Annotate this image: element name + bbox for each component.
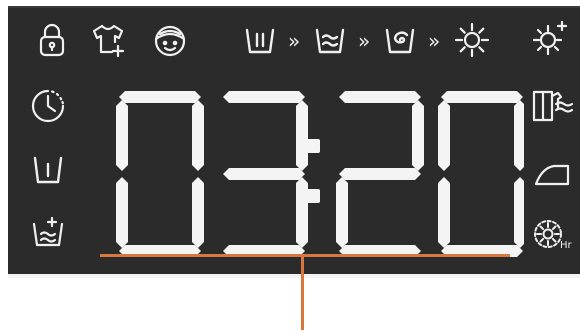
digit-1-segment-e xyxy=(116,177,128,248)
add-garment-icon xyxy=(88,20,134,60)
digit-3-segment-a xyxy=(339,91,421,103)
digit-3-segment-e xyxy=(336,177,348,248)
rinse-icon xyxy=(310,22,350,62)
kids-care-icon xyxy=(150,20,190,60)
child-lock-icon xyxy=(32,20,72,60)
digit-2-segment-b xyxy=(296,100,308,171)
digit-3-segment-b xyxy=(412,100,424,171)
digit-3-segment-g xyxy=(339,168,421,180)
digit-2-segment-c xyxy=(296,177,308,248)
digit-4-segment-c xyxy=(514,177,524,248)
sequence-arrow: » xyxy=(288,29,301,53)
digit-1-segment-a xyxy=(119,91,201,103)
wash-icon xyxy=(240,22,280,62)
digit-1-segment-b xyxy=(192,100,204,171)
extra-rinse-icon xyxy=(28,212,68,252)
sequence-arrow: » xyxy=(358,29,371,53)
digit-4-segment-b xyxy=(514,100,524,171)
callout-pointer xyxy=(301,254,304,330)
svg-text:Hr: Hr xyxy=(560,240,573,251)
delay-timer-icon xyxy=(28,86,68,126)
digit-4-segment-e xyxy=(438,177,450,248)
digit-2-segment-g xyxy=(223,168,305,180)
digit-1-segment-f xyxy=(116,100,128,171)
washer-display-panel-figure: » » » Hr xyxy=(0,0,580,333)
dry-icon xyxy=(452,20,492,60)
seven-segment-digits xyxy=(116,91,524,257)
time-display: 03:20 xyxy=(108,86,524,262)
callout-line xyxy=(100,254,510,257)
colon-dot xyxy=(306,189,320,203)
wardrobe-dry-icon xyxy=(530,86,576,126)
digit-4-segment-a xyxy=(441,91,523,103)
iron-dry-icon xyxy=(532,154,572,194)
digit-2-segment-a xyxy=(223,91,305,103)
display-panel: » » » Hr xyxy=(8,6,580,278)
wash-tub-icon xyxy=(28,150,68,190)
spin-icon xyxy=(380,22,420,62)
sequence-arrow: » xyxy=(428,29,441,53)
digit-4-segment-f xyxy=(438,100,450,171)
dry-plus-icon xyxy=(530,18,570,58)
timed-dry-icon: Hr xyxy=(530,214,576,254)
digit-1-segment-c xyxy=(192,177,204,248)
colon-dot xyxy=(306,139,320,153)
